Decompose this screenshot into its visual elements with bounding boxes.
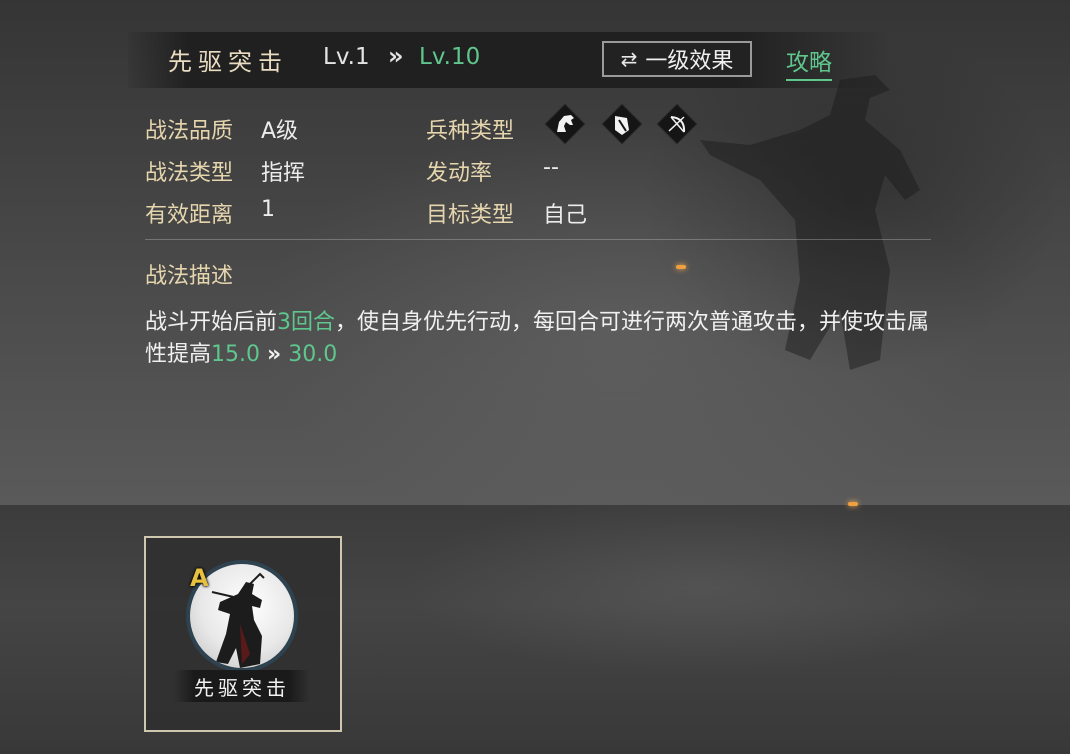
level-effect-toggle-button[interactable]: ⇄ 一级效果 xyxy=(602,41,752,77)
description-arrow-icon: » xyxy=(267,342,282,367)
ember-spark xyxy=(848,502,858,506)
ember-spark xyxy=(676,265,686,269)
trigger-rate-value: -- xyxy=(543,155,559,180)
archer-bow-icon xyxy=(656,103,698,145)
description-highlight-base: 15.0 xyxy=(211,342,260,367)
description-highlight-rounds: 3回合 xyxy=(277,310,336,335)
grade-badge: A xyxy=(190,564,209,592)
skill-card[interactable]: A 先驱突击 xyxy=(144,536,342,732)
trigger-rate-label: 发动率 xyxy=(426,161,493,186)
level-max: Lv.10 xyxy=(419,44,481,70)
range-value: 1 xyxy=(261,197,275,222)
description-title: 战法描述 xyxy=(145,264,234,289)
effect-button-label: 一级效果 xyxy=(645,49,734,74)
target-type-value: 自己 xyxy=(543,203,588,228)
swap-arrows-icon: ⇄ xyxy=(620,47,638,71)
cavalry-horse-icon xyxy=(544,103,586,145)
shield-infantry-icon xyxy=(601,103,643,145)
quality-label: 战法品质 xyxy=(145,119,234,144)
description-part: 战斗开始后前 xyxy=(145,310,278,335)
troop-type-label: 兵种类型 xyxy=(426,119,515,144)
target-type-label: 目标类型 xyxy=(426,203,515,228)
card-skill-name: 先驱突击 xyxy=(174,670,310,702)
level-arrow-icon: » xyxy=(388,42,404,70)
description-highlight-max: 30.0 xyxy=(288,342,338,367)
guide-link[interactable]: 攻略 xyxy=(786,43,832,81)
skill-type-value: 指挥 xyxy=(261,161,306,186)
quality-value: A级 xyxy=(261,119,299,144)
description-text: 战斗开始后前3回合，使自身优先行动，每回合可进行两次普通攻击，并使攻击属性提高1… xyxy=(145,307,945,371)
section-divider xyxy=(145,239,931,240)
skill-type-label: 战法类型 xyxy=(145,161,234,186)
range-label: 有效距离 xyxy=(145,203,234,228)
skill-title: 先驱突击 xyxy=(168,48,288,76)
level-current: Lv.1 xyxy=(323,44,370,70)
